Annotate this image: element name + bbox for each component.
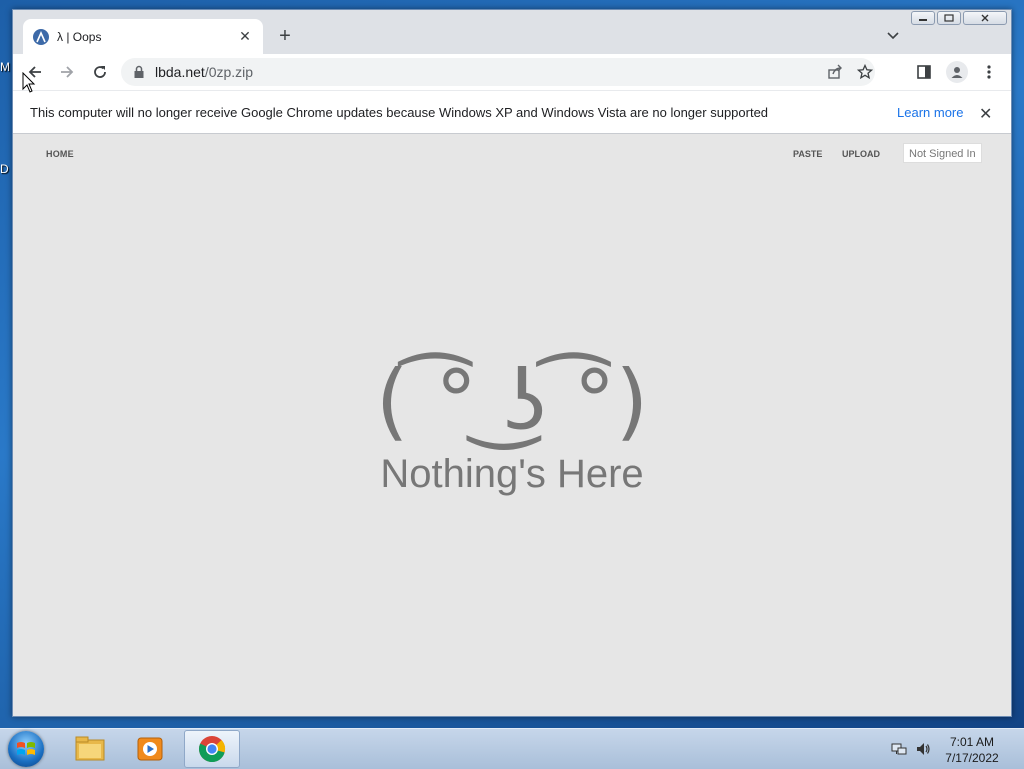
url-path: /0zp.zip [204, 64, 254, 80]
lambda-favicon-icon [33, 28, 49, 45]
profile-avatar-icon[interactable] [946, 61, 968, 83]
forward-arrow-icon[interactable] [57, 62, 77, 82]
new-tab-button[interactable]: + [275, 26, 295, 46]
address-bar[interactable]: lbda.net/0zp.zip [121, 58, 875, 86]
tab-close-icon[interactable]: ✕ [237, 28, 253, 45]
browser-toolbar: lbda.net/0zp.zip [13, 54, 1011, 90]
tab-title: λ | Oops [57, 29, 102, 44]
learn-more-link[interactable]: Learn more [897, 105, 963, 120]
taskbar: 7:01 AM 7/17/2022 [0, 728, 1024, 769]
mouse-cursor-icon [22, 72, 36, 93]
chrome-taskbar-button[interactable] [184, 730, 240, 768]
share-icon[interactable] [821, 58, 849, 86]
menu-kebab-icon[interactable] [979, 62, 999, 82]
nav-paste-link[interactable]: PASTE [793, 149, 822, 159]
url-text[interactable]: lbda.net/0zp.zip [155, 64, 253, 80]
tab-search-chevron-icon[interactable] [885, 27, 901, 43]
nav-upload-link[interactable]: UPLOAD [842, 149, 880, 159]
error-message: Nothing's Here [380, 452, 644, 496]
media-player-icon [137, 737, 163, 761]
desktop-icon-label[interactable]: M [0, 60, 10, 74]
clock-date: 7/17/2022 [945, 751, 999, 765]
url-host: lbda.net [155, 64, 205, 80]
close-window-button[interactable] [963, 11, 1007, 25]
folder-icon [75, 736, 105, 761]
lenny-face: ( ͡° ͜ʖ ͡°) [375, 352, 649, 450]
minimize-button[interactable] [911, 11, 935, 25]
clock-time: 7:01 AM [949, 735, 995, 749]
nav-home-link[interactable]: HOME [46, 149, 74, 159]
reload-icon[interactable] [90, 62, 110, 82]
window-controls [911, 11, 1007, 25]
infobar-close-icon[interactable]: ✕ [979, 104, 992, 124]
infobar-message: This computer will no longer receive Goo… [30, 105, 769, 120]
bookmark-star-icon[interactable] [851, 58, 879, 86]
system-clock[interactable]: 7:01 AM 7/17/2022 [930, 734, 1014, 766]
desktop-icon-label[interactable]: D [0, 162, 9, 176]
start-button[interactable] [8, 731, 44, 767]
lock-icon[interactable] [133, 65, 145, 79]
page-content: HOME PASTE UPLOAD Not Signed In ( ͡° ͜ʖ … [13, 134, 1011, 716]
signin-status-button[interactable]: Not Signed In [903, 143, 982, 163]
volume-tray-icon[interactable] [915, 741, 931, 757]
browser-window: λ | Oops ✕ + lbda.net/0zp.zip This compu… [12, 9, 1012, 717]
chrome-icon [199, 736, 226, 763]
update-infobar: This computer will no longer receive Goo… [13, 90, 1011, 134]
tab-oops[interactable]: λ | Oops ✕ [23, 19, 263, 54]
tab-strip: λ | Oops ✕ + [13, 10, 1011, 54]
explorer-taskbar-button[interactable] [62, 730, 118, 768]
media-player-taskbar-button[interactable] [122, 730, 178, 768]
side-panel-icon[interactable] [914, 62, 934, 82]
maximize-button[interactable] [937, 11, 961, 25]
network-tray-icon[interactable] [891, 741, 907, 757]
